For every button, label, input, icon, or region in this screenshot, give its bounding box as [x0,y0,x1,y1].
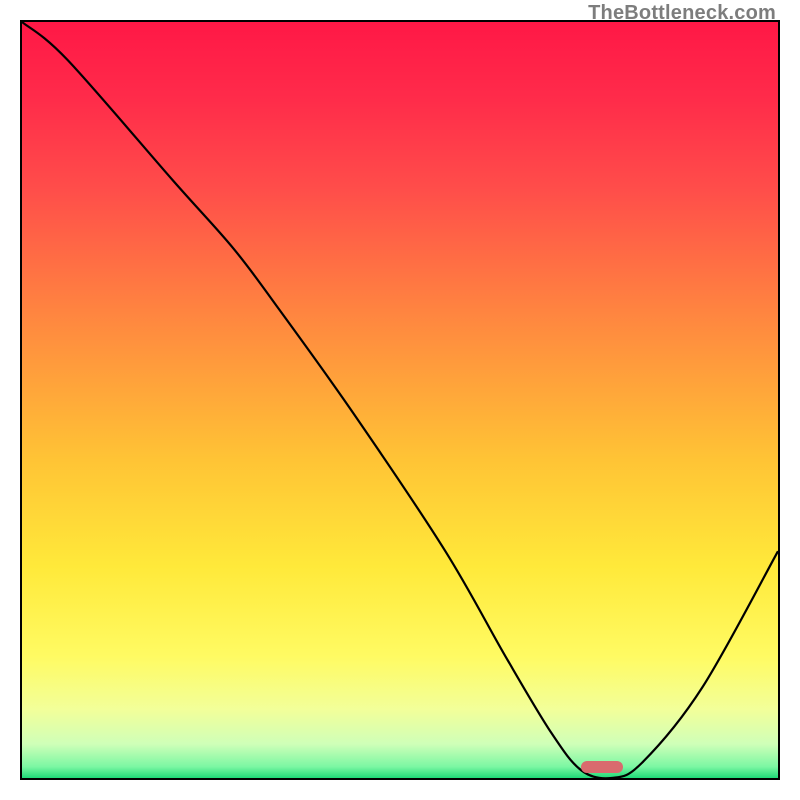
plot-area [20,20,780,780]
bottleneck-curve [22,22,778,778]
curve-path [22,22,778,778]
chart-root: TheBottleneck.com [0,0,800,800]
optimal-marker [581,761,623,773]
